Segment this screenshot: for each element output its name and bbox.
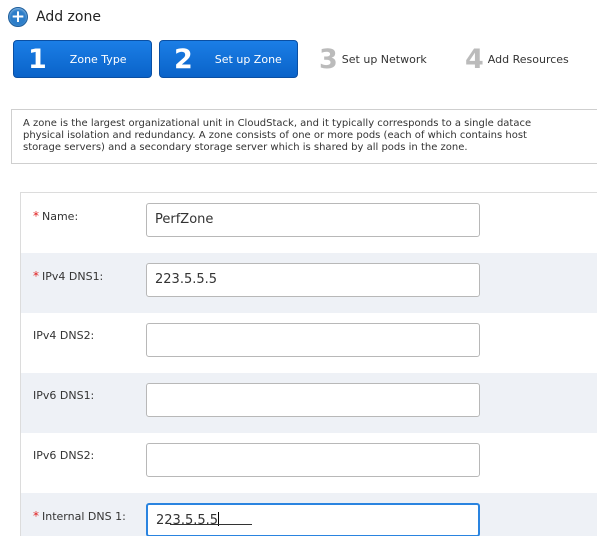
field-label: IPv4 DNS2: (33, 329, 95, 342)
add-zone-plus-icon: + (8, 7, 28, 27)
step-number: 2 (174, 43, 193, 75)
step-set-up-zone[interactable]: 2 Set up Zone (159, 40, 298, 78)
field-label: * IPv4 DNS1: (33, 269, 104, 283)
internal-dns1-input[interactable]: 223.5.5.5 (146, 503, 480, 536)
zone-description: A zone is the largest organizational uni… (23, 118, 597, 154)
zone-form: * Name: PerfZone * IPv4 DNS1: 223.5.5.5 IP… (20, 192, 597, 536)
field-label: * Name: (33, 209, 79, 223)
form-row-ipv4-dns1: * IPv4 DNS1: 223.5.5.5 (21, 253, 597, 313)
step-add-resources: 4 Add Resources (465, 40, 597, 78)
step-label: Set up Zone (214, 52, 282, 66)
autocomplete-underline (170, 524, 252, 525)
step-label: Add Resources (487, 52, 569, 66)
step-label: Zone Type (69, 52, 127, 66)
step-zone-type[interactable]: 1 Zone Type (13, 40, 152, 78)
required-asterisk: * (33, 209, 39, 223)
description-line: storage servers) and a secondary storage… (23, 142, 468, 153)
field-label: IPv6 DNS2: (33, 449, 95, 462)
ipv6-dns1-input[interactable] (146, 383, 480, 417)
form-row-internal-dns1: * Internal DNS 1: 223.5.5.5 (21, 493, 597, 536)
step-number: 3 (319, 43, 338, 75)
form-row-ipv6-dns1: IPv6 DNS1: (21, 373, 597, 433)
ipv4-dns2-input[interactable] (146, 323, 480, 357)
description-line: physical isolation and redundancy. A zon… (23, 130, 527, 141)
step-label: Set up Network (341, 52, 427, 66)
step-set-up-network: 3 Set up Network (319, 40, 459, 78)
input-value: 223.5.5.5 (156, 513, 219, 528)
field-label: * Internal DNS 1: (33, 509, 126, 523)
step-number: 4 (465, 43, 484, 75)
form-row-name: * Name: PerfZone (21, 193, 597, 253)
dialog-title: Add zone (36, 9, 101, 25)
zone-description-box: A zone is the largest organizational uni… (11, 109, 597, 164)
required-asterisk: * (33, 269, 39, 283)
ipv4-dns1-input[interactable]: 223.5.5.5 (146, 263, 480, 297)
wizard-steps: 1 Zone Type 2 Set up Zone 3 Set up Netwo… (13, 40, 597, 78)
dialog-header: + Add zone (8, 6, 101, 28)
required-asterisk: * (33, 509, 39, 523)
ipv6-dns2-input[interactable] (146, 443, 480, 477)
name-input[interactable]: PerfZone (146, 203, 480, 237)
form-row-ipv6-dns2: IPv6 DNS2: (21, 433, 597, 493)
description-line: A zone is the largest organizational uni… (23, 118, 532, 129)
form-row-ipv4-dns2: IPv4 DNS2: (21, 313, 597, 373)
field-label: IPv6 DNS1: (33, 389, 95, 402)
step-number: 1 (28, 43, 47, 75)
